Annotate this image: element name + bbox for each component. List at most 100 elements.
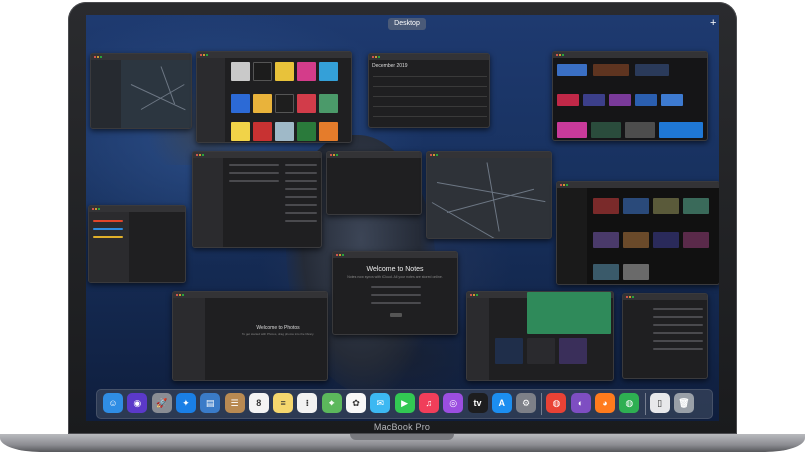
contacts-icon[interactable]: ☰ [224, 393, 245, 413]
video-thumbnail[interactable] [683, 198, 709, 214]
calendar-day[interactable] [373, 86, 487, 94]
album-tile[interactable] [319, 122, 338, 141]
list-item[interactable] [285, 180, 317, 182]
list-item[interactable] [285, 188, 317, 190]
chrome-icon[interactable]: ◍ [546, 393, 567, 413]
list-item[interactable] [285, 172, 317, 174]
settings-row[interactable] [653, 316, 703, 318]
list-item[interactable] [93, 236, 123, 238]
settings-row[interactable] [653, 324, 703, 326]
video-thumbnail[interactable] [593, 232, 619, 248]
firefox-icon[interactable]: ◕ [595, 393, 615, 413]
preview-icon[interactable]: ▤ [200, 393, 221, 413]
list-item[interactable] [229, 172, 279, 174]
video-thumbnail[interactable] [623, 232, 649, 248]
system-preferences-icon[interactable]: ⚙ [516, 393, 537, 413]
album-tile[interactable] [253, 122, 272, 141]
photos-icon[interactable]: ✿ [346, 393, 366, 413]
tor-browser-icon[interactable]: ◐ [570, 393, 591, 413]
calendar-icon[interactable]: 8 [248, 393, 269, 413]
album-tile[interactable] [297, 94, 316, 113]
video-thumbnail[interactable] [653, 232, 679, 248]
notes-window[interactable]: Welcome to Notes Notes now syncs with iC… [332, 251, 458, 335]
tv-window[interactable] [552, 51, 708, 141]
podcasts-icon[interactable]: ◎ [443, 393, 464, 413]
maps-window[interactable] [90, 53, 192, 129]
tv-show-thumbnail[interactable] [661, 94, 683, 106]
document-icon[interactable]: ▯ [649, 393, 670, 413]
tv-show-thumbnail[interactable] [557, 94, 579, 106]
settings-row[interactable] [653, 348, 703, 350]
space-desktop-label[interactable]: Desktop [388, 18, 426, 30]
settings-row[interactable] [653, 332, 703, 334]
list-item[interactable] [285, 164, 317, 166]
browser-window[interactable] [556, 181, 719, 285]
album-tile[interactable] [275, 122, 294, 141]
list-item[interactable] [229, 180, 279, 182]
reminders-window[interactable] [88, 205, 186, 283]
settings-row[interactable] [653, 308, 703, 310]
tv-show-thumbnail[interactable] [635, 94, 657, 106]
finder-icon[interactable]: ☺ [103, 393, 123, 413]
tv-show-thumbnail[interactable] [557, 122, 587, 138]
app-store-window[interactable] [466, 291, 614, 381]
chrome-canary-icon[interactable]: ◍ [619, 393, 640, 413]
calendar-day[interactable] [373, 116, 487, 124]
album-tile[interactable] [319, 94, 338, 113]
podcasts-window[interactable] [192, 151, 322, 248]
tv-show-thumbnail[interactable] [583, 94, 605, 106]
album-tile[interactable] [231, 122, 250, 141]
album-tile[interactable] [319, 62, 338, 81]
tv-show-thumbnail[interactable] [557, 64, 587, 76]
video-thumbnail[interactable] [593, 198, 619, 214]
finder-window[interactable] [326, 151, 422, 215]
tv-icon[interactable]: tv [467, 393, 488, 413]
calendar-day[interactable] [373, 106, 487, 114]
album-tile[interactable] [253, 62, 272, 81]
video-thumbnail[interactable] [593, 264, 619, 280]
tv-show-thumbnail[interactable] [593, 64, 629, 76]
siri-icon[interactable]: ◉ [127, 393, 148, 413]
featured-banner[interactable] [527, 292, 611, 334]
album-tile[interactable] [231, 62, 250, 81]
list-item[interactable] [285, 212, 317, 214]
trash-icon[interactable]: 🗑 [673, 393, 694, 413]
tv-show-thumbnail[interactable] [625, 122, 655, 138]
album-tile[interactable] [231, 94, 250, 113]
list-item[interactable] [93, 228, 123, 230]
album-tile[interactable] [297, 62, 316, 81]
music-window[interactable] [196, 51, 352, 143]
album-tile[interactable] [297, 122, 316, 141]
app-store-icon[interactable]: A [491, 393, 512, 413]
notes-continue-button[interactable] [390, 313, 402, 317]
add-space-button[interactable]: + [710, 17, 716, 29]
maps-icon[interactable]: ⌖ [321, 393, 342, 413]
messages-icon[interactable]: ✉ [370, 393, 391, 413]
list-item[interactable] [93, 220, 123, 222]
featured-card[interactable] [495, 338, 523, 364]
list-item[interactable] [285, 220, 317, 222]
calendar-day[interactable] [373, 76, 487, 84]
reminders-icon[interactable]: ⁝ [297, 393, 318, 413]
album-tile[interactable] [275, 62, 294, 81]
map-window[interactable] [426, 151, 552, 239]
list-item[interactable] [285, 196, 317, 198]
notes-icon[interactable]: ≡ [273, 393, 294, 413]
tv-show-thumbnail[interactable] [635, 64, 669, 76]
video-thumbnail[interactable] [683, 232, 709, 248]
photos-window[interactable]: Welcome to Photos To get started with Ph… [172, 291, 328, 381]
music-icon[interactable]: ♫ [418, 393, 439, 413]
launchpad-icon[interactable]: 🚀 [151, 393, 172, 413]
album-tile[interactable] [275, 94, 294, 113]
tv-show-thumbnail[interactable] [591, 122, 621, 138]
video-thumbnail[interactable] [623, 198, 649, 214]
tv-show-thumbnail[interactable] [659, 122, 703, 138]
facetime-icon[interactable]: ▶ [394, 393, 415, 413]
system-preferences-window[interactable] [622, 293, 708, 379]
video-thumbnail[interactable] [623, 264, 649, 280]
safari-icon[interactable]: ✦ [175, 393, 196, 413]
album-tile[interactable] [253, 94, 272, 113]
list-item[interactable] [285, 204, 317, 206]
calendar-window[interactable]: December 2019 [368, 53, 490, 128]
list-item[interactable] [229, 164, 279, 166]
